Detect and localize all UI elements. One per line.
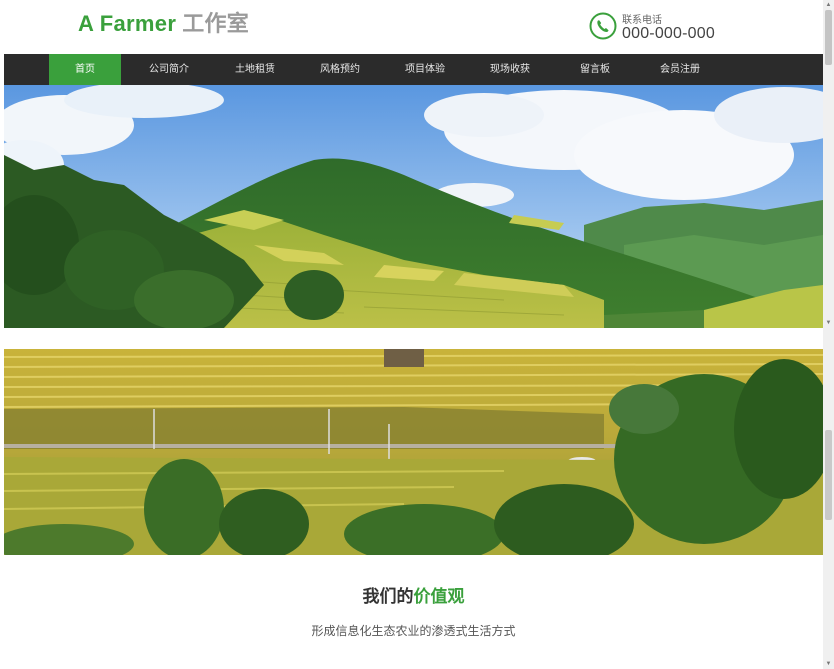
banner-image: [4, 85, 823, 328]
values-subtitle: 形成信息化生态农业的渗透式生活方式: [311, 624, 516, 638]
scroll-thumb-secondary[interactable]: [825, 430, 832, 520]
values-title: 我们的价值观: [4, 582, 823, 607]
nav-item-experience[interactable]: 项目体验: [390, 54, 460, 85]
values-title-highlight: 价值观: [413, 587, 465, 606]
terrace-image: [4, 349, 823, 555]
vertical-scrollbar[interactable]: ▲ ▼ ▼: [823, 0, 834, 669]
values-title-prefix: 我们的: [362, 587, 414, 606]
nav-item-about[interactable]: 公司简介: [134, 54, 204, 85]
logo-studio: 工作室: [182, 11, 250, 36]
scroll-down-icon[interactable]: ▼: [823, 318, 834, 328]
site-logo[interactable]: A Farmer 工作室: [78, 6, 249, 38]
nav-item-register[interactable]: 会员注册: [645, 54, 715, 85]
nav-item-booking[interactable]: 风格预约: [305, 54, 375, 85]
site-header: A Farmer 工作室 联系电话 000-000-000: [4, 0, 823, 54]
section-gap: [4, 328, 823, 349]
page-frame: A Farmer 工作室 联系电话 000-000-000 首页 公司简介 土地租…: [4, 0, 823, 669]
scroll-thumb[interactable]: [825, 10, 832, 65]
logo-brand: A Farmer: [78, 11, 177, 36]
nav-item-harvest[interactable]: 现场收获: [475, 54, 545, 85]
main-nav: 首页 公司简介 土地租赁 风格预约 项目体验 现场收获 留言板 会员注册: [4, 54, 823, 85]
nav-item-guestbook[interactable]: 留言板: [560, 54, 630, 85]
scroll-bottom-icon[interactable]: ▼: [823, 659, 834, 669]
phone-icon: [589, 12, 617, 40]
scroll-up-icon[interactable]: ▲: [823, 0, 834, 10]
nav-item-land-lease[interactable]: 土地租赁: [220, 54, 290, 85]
contact-label: 联系电话: [622, 15, 662, 26]
contact-number: 000-000-000: [622, 25, 715, 42]
nav-item-home[interactable]: 首页: [49, 54, 121, 85]
